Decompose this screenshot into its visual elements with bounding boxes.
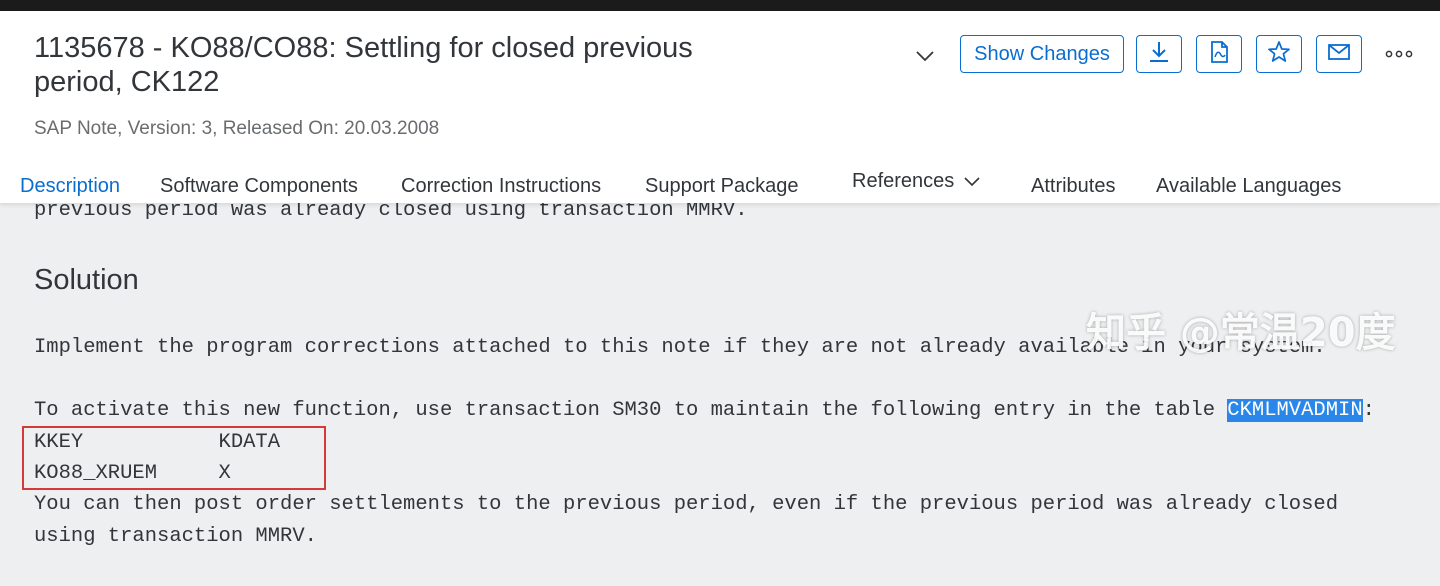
chevron-down-icon: [964, 170, 980, 193]
text-line: You can then post order settlements to t…: [34, 493, 1339, 516]
annotation-box: [22, 426, 326, 490]
email-button[interactable]: [1316, 35, 1362, 73]
more-button[interactable]: [1378, 39, 1420, 69]
selected-table-name: CKMLMVADMIN: [1227, 399, 1363, 422]
watermark: 知乎 @常温20度: [1086, 310, 1396, 356]
text-line-activate: To activate this new function, use trans…: [34, 399, 1375, 422]
tab-correction-instructions[interactable]: Correction Instructions: [401, 175, 601, 198]
more-icon: [1385, 45, 1413, 63]
pdf-icon: [1206, 39, 1232, 70]
text-segment: :: [1362, 399, 1375, 422]
page-subtitle: SAP Note, Version: 3, Released On: 20.03…: [34, 118, 440, 139]
note-content: previous period was already closed using…: [0, 199, 1440, 586]
top-bar: [0, 0, 1440, 11]
chevron-down-icon[interactable]: [910, 41, 940, 71]
star-icon: [1266, 39, 1292, 70]
tab-available-languages[interactable]: Available Languages: [1156, 175, 1341, 198]
text-line: using transaction MMRV.: [34, 525, 317, 548]
tab-support-package[interactable]: Support Package: [645, 175, 798, 198]
tab-attributes[interactable]: Attributes: [1031, 175, 1115, 198]
page-title: 1135678 - KO88/CO88: Settling for closed…: [34, 32, 693, 98]
email-icon: [1326, 39, 1352, 70]
export-pdf-button[interactable]: [1196, 35, 1242, 73]
tab-description[interactable]: Description: [20, 175, 120, 198]
tab-references[interactable]: References: [852, 170, 980, 193]
page-header: 1135678 - KO88/CO88: Settling for closed…: [0, 11, 1440, 203]
download-button[interactable]: [1136, 35, 1182, 73]
section-title-solution: Solution: [34, 264, 139, 296]
show-changes-button[interactable]: Show Changes: [960, 35, 1124, 73]
favorite-button[interactable]: [1256, 35, 1302, 73]
text-segment: To activate this new function, use trans…: [34, 399, 1228, 422]
tab-software-components[interactable]: Software Components: [160, 175, 358, 198]
download-icon: [1146, 39, 1172, 70]
tab-references-label: References: [852, 170, 955, 192]
